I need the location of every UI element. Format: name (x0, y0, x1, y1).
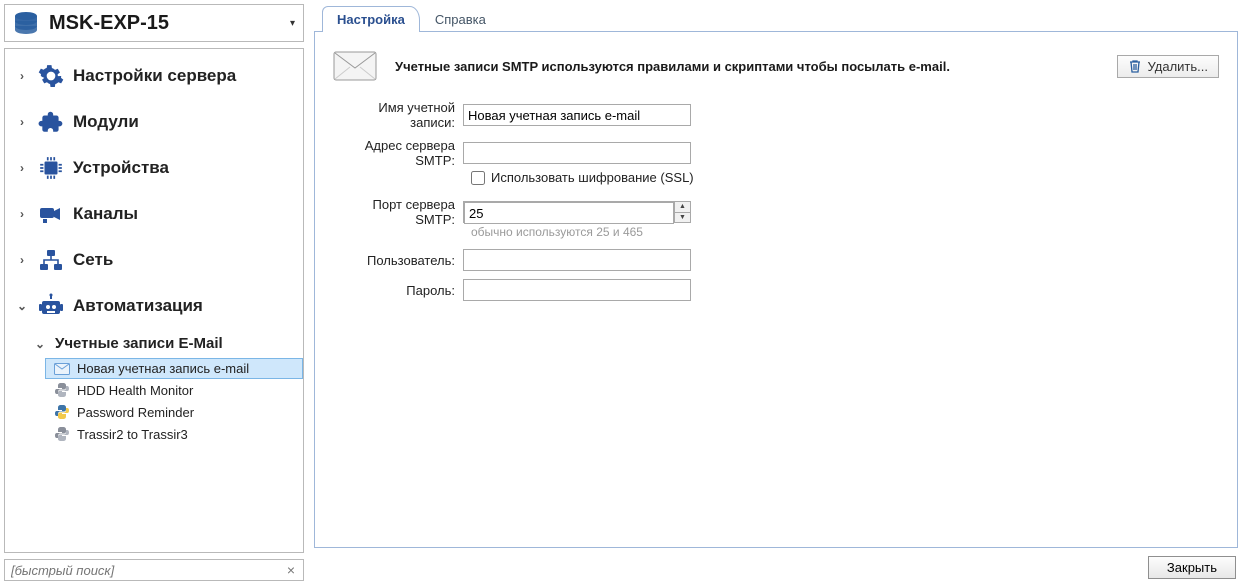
nav-modules[interactable]: › Модули (5, 99, 303, 145)
tree-item-trassir2-to-3[interactable]: Trassir2 to Trassir3 (45, 423, 303, 445)
robot-icon (37, 293, 65, 319)
input-user[interactable] (463, 249, 691, 271)
tree-item-label: Trassir2 to Trassir3 (77, 427, 188, 442)
input-smtp-server[interactable] (463, 142, 691, 164)
python-icon (53, 426, 71, 442)
input-password[interactable] (463, 279, 691, 301)
dropdown-caret-icon: ▾ (290, 18, 295, 29)
input-account-name[interactable] (463, 104, 691, 126)
chevron-right-icon: › (15, 115, 29, 129)
input-port[interactable]: ▲ ▼ (463, 201, 691, 223)
info-text: Учетные записи SMTP используются правила… (395, 59, 1099, 74)
tab-settings[interactable]: Настройка (322, 6, 420, 32)
nav-email-accounts[interactable]: ⌄ Учетные записи E-Mail (23, 329, 303, 358)
nav-tree: › Настройки сервера › Модули (4, 48, 304, 553)
quick-search[interactable]: × (4, 559, 304, 581)
label-account-name: Имя учетной записи: (333, 100, 463, 130)
chevron-right-icon: › (15, 207, 29, 221)
settings-pane: Учетные записи SMTP используются правила… (314, 32, 1238, 548)
nav-server-settings[interactable]: › Настройки сервера (5, 53, 303, 99)
nav-label: Настройки сервера (73, 66, 236, 86)
envelope-icon (333, 50, 377, 82)
sidebar: MSK-EXP-15 ▾ › Настройки сервера › (0, 0, 308, 585)
nav-label: Модули (73, 112, 139, 132)
delete-button[interactable]: Удалить... (1117, 55, 1219, 78)
python-icon (53, 404, 71, 420)
delete-button-label: Удалить... (1148, 59, 1208, 74)
tree-item-password-reminder[interactable]: Password Reminder (45, 401, 303, 423)
mail-icon (53, 363, 71, 375)
tree-item-hdd-health[interactable]: HDD Health Monitor (45, 379, 303, 401)
nav-network[interactable]: › Сеть (5, 237, 303, 283)
chevron-right-icon: › (15, 253, 29, 267)
quick-search-input[interactable] (11, 563, 283, 578)
camera-icon (37, 201, 65, 227)
label-smtp-server: Адрес сервера SMTP: (333, 138, 463, 168)
chip-icon (37, 155, 65, 181)
tree-item-label: Password Reminder (77, 405, 194, 420)
puzzle-icon (37, 109, 65, 135)
main-pane: Настройка Справка Учетные записи SMTP ис… (308, 0, 1244, 550)
tree-item-label: Новая учетная запись e-mail (77, 361, 249, 376)
checkbox-ssl[interactable] (471, 171, 485, 185)
nav-label: Автоматизация (73, 296, 203, 316)
port-hint: обычно используются 25 и 465 (471, 225, 1219, 239)
chevron-right-icon: › (15, 69, 29, 83)
label-ssl: Использовать шифрование (SSL) (491, 170, 694, 185)
nav-automation[interactable]: ⌄ Автоматизация (5, 283, 303, 329)
close-button[interactable]: Закрыть (1148, 556, 1236, 579)
spin-up-icon[interactable]: ▲ (675, 202, 690, 213)
network-icon (37, 247, 65, 273)
clear-search-icon[interactable]: × (283, 562, 299, 578)
python-icon (53, 382, 71, 398)
database-icon (13, 11, 39, 35)
tab-help[interactable]: Справка (420, 6, 501, 32)
label-port: Порт сервера SMTP: (333, 197, 463, 227)
nav-label: Каналы (73, 204, 138, 224)
label-user: Пользователь: (333, 253, 463, 268)
input-port-field[interactable] (464, 202, 674, 224)
tree-item-label: HDD Health Monitor (77, 383, 193, 398)
nav-devices[interactable]: › Устройства (5, 145, 303, 191)
chevron-right-icon: › (15, 161, 29, 175)
gear-icon (37, 63, 65, 89)
chevron-down-icon: ⌄ (33, 337, 47, 351)
nav-label: Сеть (73, 250, 113, 270)
label-password: Пароль: (333, 283, 463, 298)
tree-item-new-email-account[interactable]: Новая учетная запись e-mail (45, 358, 303, 379)
footer: Закрыть (308, 550, 1244, 585)
server-title: MSK-EXP-15 (49, 12, 169, 35)
tabstrip: Настройка Справка (314, 2, 1238, 32)
server-selector[interactable]: MSK-EXP-15 ▾ (4, 4, 304, 42)
spin-down-icon[interactable]: ▼ (675, 213, 690, 223)
nav-channels[interactable]: › Каналы (5, 191, 303, 237)
nav-label: Устройства (73, 158, 169, 178)
chevron-down-icon: ⌄ (15, 299, 29, 313)
nav-label: Учетные записи E-Mail (55, 335, 223, 352)
trash-icon (1128, 59, 1142, 73)
